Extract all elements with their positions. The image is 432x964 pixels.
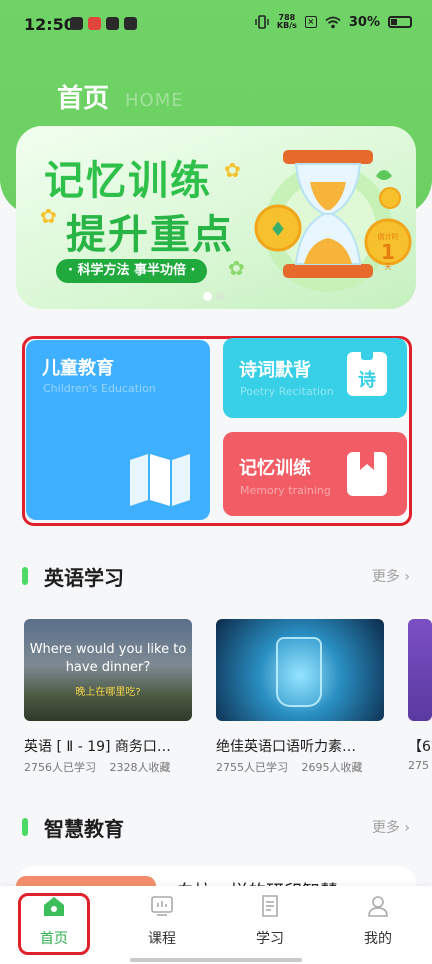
profile-icon — [368, 896, 388, 917]
network-speed-unit: KB/s — [276, 21, 297, 30]
course-card[interactable]: 【6 275 — [408, 619, 432, 772]
banner-pagination — [203, 292, 225, 301]
no-sim-icon: × — [304, 16, 317, 28]
battery-icon — [388, 16, 412, 28]
category-title: 儿童教育 — [42, 358, 114, 379]
countdown-badge: 倒计时 1 天 — [368, 232, 408, 272]
nav-label: 我的 — [364, 931, 392, 947]
course-stats: 2755人已学习 2695人收藏 — [216, 759, 384, 775]
thumbnail-subtitle: 晚上在哪里吃? — [75, 687, 141, 698]
course-favorites: 2328人收藏 — [109, 761, 171, 774]
study-icon — [262, 895, 278, 917]
course-stats: 2756人已学习 2328人收藏 — [24, 759, 192, 775]
vibrate-icon — [255, 15, 269, 29]
status-time: 12:50 — [24, 15, 75, 34]
countdown-unit: 天 — [384, 263, 392, 271]
chevron-right-icon: › — [404, 569, 410, 585]
poem-icon-char: 诗 — [358, 370, 376, 391]
category-subtitle: Memory training — [240, 484, 331, 497]
nav-item-study[interactable]: 学习 — [230, 894, 310, 948]
course-learners: 2756人已学习 — [24, 761, 96, 774]
course-title: 【6 — [408, 739, 431, 755]
section-title: 英语学习 — [44, 566, 124, 590]
message-notification-icon — [124, 17, 137, 30]
course-icon — [151, 896, 173, 916]
section-header-english: 英语学习 更多 › — [22, 562, 410, 590]
course-title: 英语 [ Ⅱ - 19] 商务口… — [24, 739, 171, 755]
bookmark-icon — [347, 452, 387, 496]
more-link[interactable]: 更多 › — [372, 566, 410, 586]
home-indicator[interactable] — [130, 958, 302, 962]
wifi-icon — [325, 16, 341, 28]
promo-banner[interactable]: 记忆训练 提升重点 · 科学方法 事半功倍 · ✿ ✿ ✿ ♦ 倒计时 1 天 — [16, 126, 416, 309]
category-card-memory-training[interactable]: 记忆训练 Memory training — [223, 432, 407, 516]
page-title: 首页 — [57, 84, 110, 114]
banner-headline-1: 记忆训练 — [44, 158, 212, 204]
course-favorites: 2695人收藏 — [301, 761, 363, 774]
nav-item-profile[interactable]: 我的 — [338, 894, 418, 948]
chevron-right-icon: › — [404, 820, 410, 836]
category-title: 诗词默背 — [239, 360, 311, 381]
poem-icon: 诗 — [347, 352, 387, 396]
hourglass-illustration: ♦ — [254, 150, 412, 292]
course-card[interactable]: Where would you like to have dinner? 晚上在… — [24, 619, 192, 775]
course-thumbnail — [216, 619, 384, 721]
app-notification-icon — [106, 17, 119, 30]
pagination-dot — [216, 292, 225, 301]
more-link-label: 更多 — [371, 820, 400, 836]
flower-icon: ✿ — [224, 158, 241, 182]
battery-percent: 30% — [348, 14, 380, 30]
category-title: 记忆训练 — [239, 458, 311, 479]
svg-text:♦: ♦ — [269, 217, 287, 241]
course-title: 绝佳英语口语听力素… — [216, 739, 356, 755]
section-title: 智慧教育 — [44, 817, 124, 841]
category-card-poetry-recitation[interactable]: 诗词默背 Poetry Recitation 诗 — [223, 338, 407, 418]
thumbnail-heading: Where would you like to have dinner? — [29, 642, 187, 675]
course-card[interactable]: 绝佳英语口语听力素… 2755人已学习 2695人收藏 — [216, 619, 384, 775]
page-subtitle: HOME — [125, 90, 184, 111]
jar-illustration — [276, 637, 322, 707]
category-subtitle: Children's Education — [43, 382, 156, 395]
status-bar: 12:50 788 KB/s × 30% — [0, 0, 432, 50]
more-link-label: 更多 — [371, 569, 400, 585]
banner-headline-2: 提升重点 — [66, 212, 234, 258]
app-notification-icon — [70, 17, 83, 30]
category-subtitle: Poetry Recitation — [240, 385, 334, 398]
course-thumbnail: Where would you like to have dinner? 晚上在… — [24, 619, 192, 721]
pagination-dot-active — [203, 292, 212, 301]
map-icon — [130, 454, 190, 506]
category-card-children-education[interactable]: 儿童教育 Children's Education — [26, 340, 210, 520]
section-accent — [22, 818, 28, 836]
network-speed: 788 KB/s — [277, 14, 297, 30]
nav-label: 学习 — [256, 931, 284, 947]
nav-label: 课程 — [148, 931, 176, 947]
news-notification-icon — [88, 17, 101, 30]
section-accent — [22, 567, 28, 585]
course-learners: 275 — [408, 759, 429, 772]
course-stats: 275 — [408, 759, 432, 772]
nav-highlight-box — [18, 893, 90, 955]
banner-tagline: · 科学方法 事半功倍 · — [56, 259, 208, 283]
section-header-wisdom: 智慧教育 更多 › — [22, 813, 410, 841]
flower-icon: ✿ — [40, 204, 57, 228]
flower-icon: ✿ — [228, 256, 245, 280]
course-learners: 2755人已学习 — [216, 761, 288, 774]
countdown-value: 1 — [381, 240, 395, 264]
course-thumbnail — [408, 619, 432, 721]
more-link[interactable]: 更多 › — [372, 817, 410, 837]
nav-item-course[interactable]: 课程 — [122, 894, 202, 948]
